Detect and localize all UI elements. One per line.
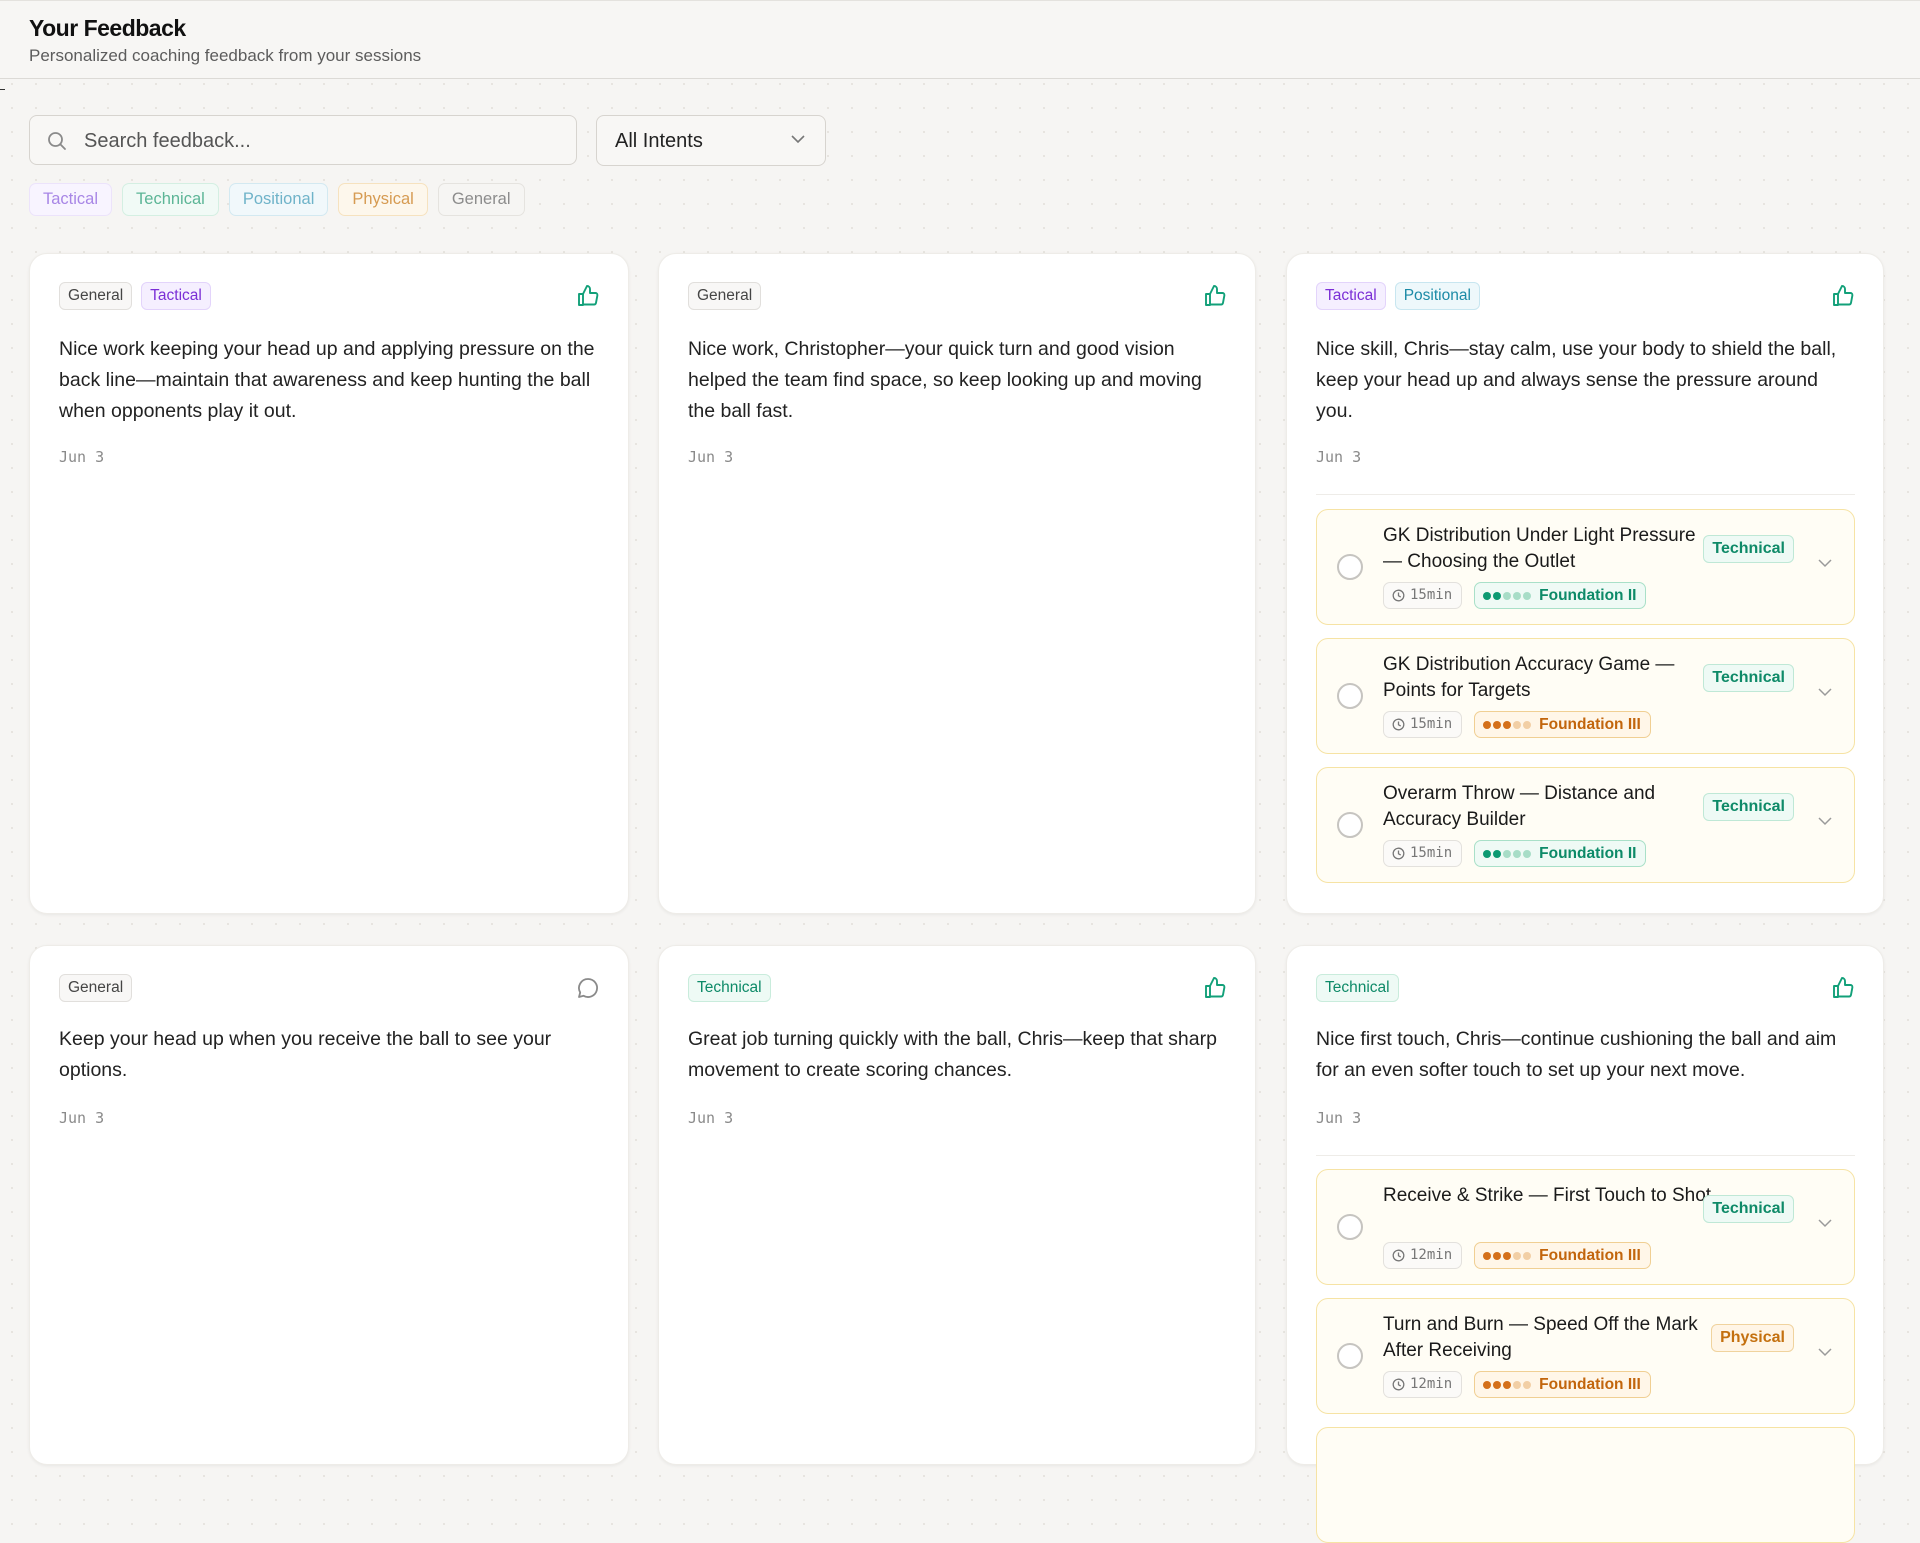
drill-tag: Technical (1703, 535, 1794, 563)
feedback-text: Nice first touch, Chris—continue cushion… (1316, 1028, 1837, 1081)
card-divider (1316, 494, 1855, 495)
intent-select-value: All Intents (615, 130, 703, 152)
thumbs-up-icon[interactable] (1831, 976, 1855, 1000)
thumbs-up-icon[interactable] (1203, 976, 1227, 1000)
drill-complete-radio[interactable] (1337, 1214, 1363, 1240)
drill-tag: Technical (1703, 793, 1794, 821)
page-subtitle: Personalized coaching feedback from your… (29, 46, 422, 65)
thumbs-up-icon[interactable] (1831, 284, 1855, 308)
clock-icon (1392, 847, 1405, 860)
tag-technical: Technical (1316, 974, 1399, 1002)
chip-technical[interactable]: Technical (122, 183, 219, 216)
feedback-date: Jun 3 (1316, 448, 1362, 466)
chip-tactical[interactable]: Tactical (29, 183, 113, 216)
drill-tag: Physical (1711, 1324, 1794, 1352)
divider-tick (0, 89, 5, 90)
feedback-card: General Keep your head up when you recei… (29, 945, 629, 1465)
card-divider (1316, 1155, 1855, 1156)
chevron-down-icon[interactable] (1818, 1348, 1832, 1357)
chip-general[interactable]: General (437, 183, 525, 216)
search-icon (48, 132, 66, 150)
drill-duration: 12min (1383, 1371, 1463, 1398)
comment-icon[interactable] (576, 976, 600, 1000)
feedback-text: Nice skill, Chris—stay calm, use your bo… (1316, 338, 1837, 422)
drill-complete-radio[interactable] (1337, 683, 1363, 709)
drill-level: Foundation III (1474, 1371, 1651, 1398)
chevron-down-icon[interactable] (1818, 1219, 1832, 1228)
clock-icon (1392, 718, 1405, 731)
feedback-date: Jun 3 (688, 448, 734, 466)
tag-positional: Positional (1394, 282, 1480, 310)
drill-level: Foundation III (1474, 711, 1651, 738)
feedback-card: General Tactical Nice work keeping your … (29, 253, 629, 914)
clock-icon (1392, 1378, 1405, 1391)
drill-title: Receive & Strike — First Touch to Shot (1383, 1185, 1712, 1206)
drill-duration: 15min (1383, 582, 1463, 609)
tag-general: General (688, 282, 762, 310)
level-dots (1483, 1380, 1532, 1389)
chip-physical[interactable]: Physical (338, 183, 428, 216)
feedback-text: Great job turning quickly with the ball,… (688, 1028, 1217, 1081)
drill-item[interactable]: Turn and Burn — Speed Off the Mark After… (1316, 1298, 1855, 1414)
feedback-date: Jun 3 (1316, 1109, 1362, 1127)
drill-item[interactable]: Overarm Throw — Distance and Accuracy Bu… (1316, 767, 1855, 883)
thumbs-up-icon[interactable] (576, 284, 600, 308)
search-input[interactable] (82, 116, 566, 166)
feedback-text: Nice work keeping your head up and apply… (59, 338, 595, 422)
drill-level: Foundation III (1474, 1242, 1651, 1269)
feedback-card: Technical Nice first touch, Chris—contin… (1286, 945, 1884, 1543)
drill-title: Overarm Throw — Distance and Accuracy Bu… (1383, 783, 1656, 830)
feedback-date: Jun 3 (59, 1109, 105, 1127)
feedback-card: Tactical Positional Nice skill, Chris—st… (1286, 253, 1884, 914)
search-box[interactable] (29, 115, 577, 166)
drill-duration: 12min (1383, 1242, 1463, 1269)
intent-select[interactable]: All Intents (596, 115, 826, 166)
level-dots (1483, 720, 1532, 729)
tag-technical: Technical (688, 974, 771, 1002)
drill-tag: Technical (1703, 1195, 1794, 1223)
feedback-card: Technical Great job turning quickly with… (658, 945, 1256, 1465)
tag-general: General (59, 974, 133, 1002)
feedback-date: Jun 3 (59, 448, 105, 466)
drill-item[interactable]: Receive & Strike — First Touch to Shot T… (1316, 1169, 1855, 1285)
drill-title: Turn and Burn — Speed Off the Mark After… (1383, 1314, 1698, 1361)
drill-title: GK Distribution Accuracy Game — Points f… (1383, 654, 1675, 701)
feedback-card: General Nice work, Christopher—your quic… (658, 253, 1256, 914)
feedback-date: Jun 3 (688, 1109, 734, 1127)
drill-complete-radio[interactable] (1337, 554, 1363, 580)
chevron-down-icon[interactable] (1818, 559, 1832, 568)
thumbs-up-icon[interactable] (1203, 284, 1227, 308)
drill-level: Foundation II (1474, 582, 1647, 609)
drill-complete-radio[interactable] (1337, 812, 1363, 838)
drill-item[interactable] (1316, 1427, 1855, 1543)
drill-tag: Technical (1703, 664, 1794, 692)
clock-icon (1392, 1249, 1405, 1262)
feedback-text: Keep your head up when you receive the b… (59, 1028, 552, 1081)
drill-duration: 15min (1383, 711, 1463, 738)
chip-positional[interactable]: Positional (228, 183, 329, 216)
drill-title: GK Distribution Under Light Pressure — C… (1383, 525, 1696, 572)
chevron-down-icon[interactable] (1818, 817, 1832, 826)
level-dots (1483, 1251, 1532, 1260)
page-title: Your Feedback (29, 15, 186, 41)
clock-icon (1392, 589, 1405, 602)
tag-tactical: Tactical (141, 282, 211, 310)
level-dots (1483, 849, 1532, 858)
page-header: Your Feedback Personalized coaching feed… (0, 0, 1920, 79)
drill-level: Foundation II (1474, 840, 1647, 867)
drill-complete-radio[interactable] (1337, 1343, 1363, 1369)
chevron-down-icon[interactable] (1818, 688, 1832, 697)
drill-item[interactable]: GK Distribution Accuracy Game — Points f… (1316, 638, 1855, 754)
level-dots (1483, 591, 1532, 600)
filter-chips: Tactical Technical Positional Physical G… (29, 183, 525, 216)
drill-item[interactable]: GK Distribution Under Light Pressure — C… (1316, 509, 1855, 625)
drill-duration: 15min (1383, 840, 1463, 867)
tag-general: General (59, 282, 133, 310)
feedback-text: Nice work, Christopher—your quick turn a… (688, 338, 1202, 422)
tag-tactical: Tactical (1316, 282, 1386, 310)
chevron-down-icon (791, 135, 805, 144)
